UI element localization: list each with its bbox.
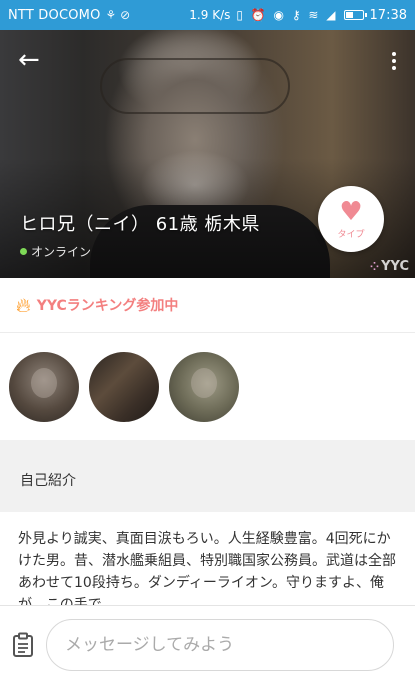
network-speed: 1.9 K/s	[189, 8, 231, 22]
yyc-logo-icon: ⁘	[369, 260, 380, 273]
carrier-name: NTT DOCOMO	[8, 7, 101, 23]
ranking-banner[interactable]: 🔥︎ YYCランキング参加中	[0, 278, 415, 333]
back-arrow-icon[interactable]: ←	[18, 47, 48, 74]
intro-title: 自己紹介	[20, 473, 76, 489]
battery-icon	[343, 10, 367, 20]
carrier-status-icons: ⚘ ⊘	[105, 8, 131, 22]
status-bar: NTT DOCOMO ⚘ ⊘ 1.9 K/s ▯ ⏰ ◉ ⚷ ≋ ◢ 17:38	[0, 0, 415, 30]
section-divider	[0, 440, 415, 452]
photo-thumbnail[interactable]	[9, 351, 79, 422]
online-dot-icon	[20, 248, 27, 255]
photo-thumbnails	[0, 333, 415, 440]
photo-thumbnail[interactable]	[169, 351, 239, 422]
message-input[interactable]	[46, 618, 394, 671]
battery-level	[345, 12, 353, 18]
online-label: オンライン	[31, 245, 92, 259]
like-type-label: タイプ	[337, 229, 365, 240]
intro-section-header: 自己紹介	[0, 452, 415, 512]
clock: 17:38	[369, 7, 407, 23]
like-type-button[interactable]: ♥ タイプ	[318, 186, 384, 252]
photo-thumbnail[interactable]	[89, 351, 159, 422]
profile-main-photo[interactable]: ← ヒロ兄（ニイ） 61歳 栃木県 オンライン ♥ タイプ ⁘ YYC	[0, 30, 415, 278]
profile-name-age-location: ヒロ兄（ニイ） 61歳 栃木県	[20, 214, 260, 235]
system-status-icons: ▯ ⏰ ◉ ⚷ ≋ ◢	[236, 8, 338, 22]
flame-icon: 🔥︎	[16, 293, 31, 317]
clipboard-icon[interactable]	[12, 632, 34, 658]
ranking-label: YYCランキング参加中	[36, 298, 179, 314]
profile-screen: NTT DOCOMO ⚘ ⊘ 1.9 K/s ▯ ⏰ ◉ ⚷ ≋ ◢ 17:38…	[0, 0, 415, 683]
message-bar	[0, 605, 415, 683]
online-status: オンライン	[20, 243, 91, 260]
intro-text: 外見より誠実、真面目涙もろい。人生経験豊富。4回死にかけた男。昔、潜水艦乗組員、…	[0, 512, 415, 605]
more-options-icon[interactable]	[387, 48, 401, 74]
yyc-watermark: ⁘ YYC	[370, 259, 409, 274]
watermark-text: YYC	[381, 259, 409, 274]
heart-check-icon: ♥	[339, 196, 363, 227]
